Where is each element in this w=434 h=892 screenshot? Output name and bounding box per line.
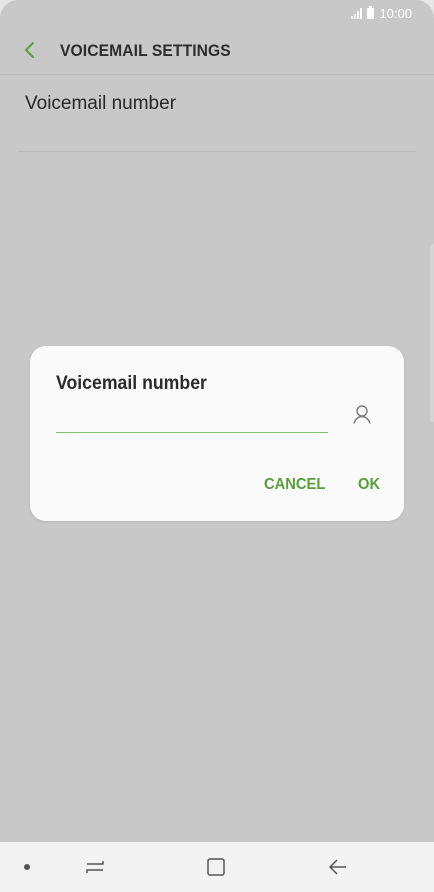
recents-icon[interactable] (83, 855, 107, 879)
back-arrow-icon[interactable] (326, 855, 350, 879)
status-time: 10:00 (379, 6, 412, 21)
screen: 10:00 VOICEMAIL SETTINGS Voicemail numbe… (0, 0, 434, 892)
cancel-button[interactable]: CANCEL (264, 476, 325, 494)
voicemail-number-input[interactable] (56, 402, 328, 433)
chevron-left-icon[interactable] (18, 38, 42, 62)
battery-icon (367, 6, 375, 19)
status-bar: 10:00 (0, 0, 434, 28)
home-icon[interactable] (204, 855, 228, 879)
edge-panel-handle[interactable] (430, 244, 434, 422)
setting-item-label: Voicemail number (25, 93, 177, 114)
dot-icon[interactable] (24, 864, 30, 870)
setting-item-voicemail-number[interactable]: Voicemail number (18, 76, 416, 152)
app-bar: VOICEMAIL SETTINGS (0, 28, 434, 75)
ok-button[interactable]: OK (358, 476, 380, 494)
dialog-title: Voicemail number (56, 373, 207, 394)
signal-icon (351, 8, 363, 19)
voicemail-number-dialog: Voicemail number CANCEL OK (30, 346, 404, 521)
phone-frame: 10:00 VOICEMAIL SETTINGS Voicemail numbe… (0, 0, 434, 892)
contact-person-icon[interactable] (350, 402, 374, 426)
page-title: VOICEMAIL SETTINGS (60, 41, 231, 60)
status-icons: 10:00 (351, 6, 412, 21)
navigation-bar (0, 842, 434, 892)
